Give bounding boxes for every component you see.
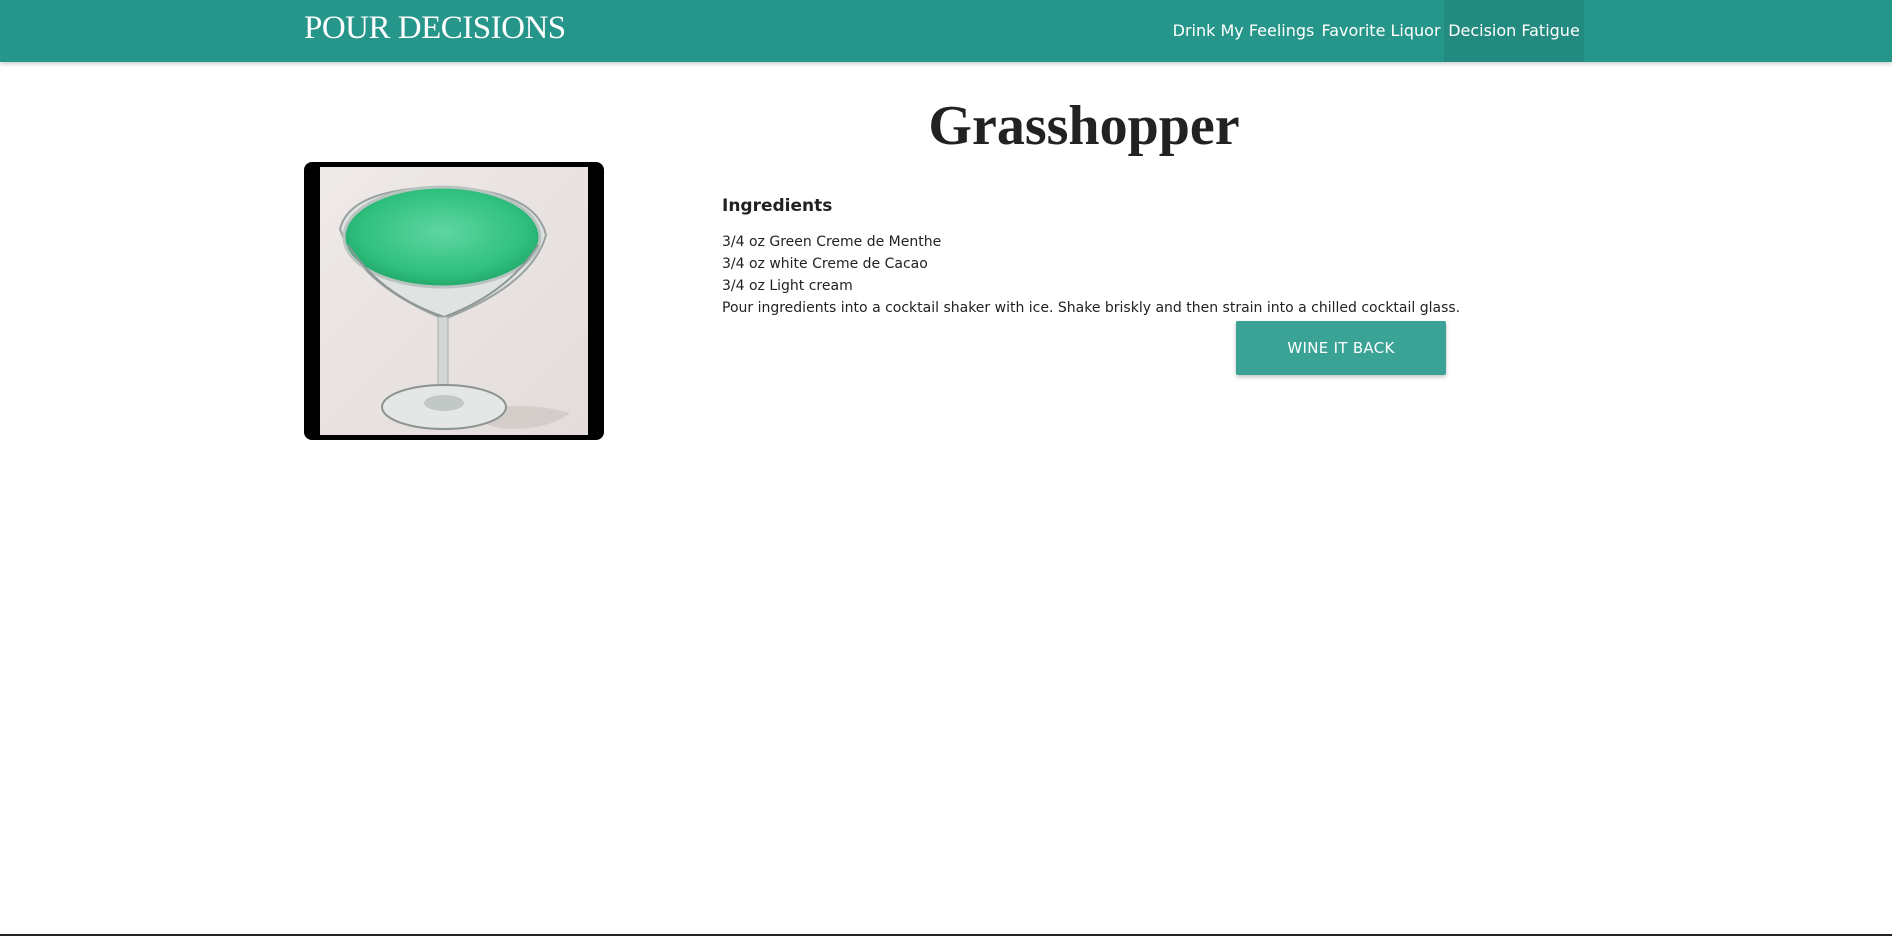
nav-link-favorite-liquor[interactable]: Favorite Liquor — [1318, 0, 1444, 62]
ingredient-item: 3/4 oz Light cream — [722, 278, 853, 294]
nav-link-drink-my-feelings[interactable]: Drink My Feelings — [1169, 0, 1318, 62]
instructions-text: Pour ingredients into a cocktail shaker … — [722, 300, 1461, 316]
ingredients-heading: Ingredients — [722, 196, 833, 216]
wine-it-back-button[interactable]: WINE IT BACK — [1236, 321, 1446, 375]
ingredient-item: 3/4 oz white Creme de Cacao — [722, 256, 928, 272]
top-navbar: POUR DECISIONS Drink My Feelings Favorit… — [0, 0, 1892, 62]
drink-title: Grasshopper — [928, 95, 1240, 157]
drink-photo — [320, 167, 588, 435]
drink-photo-frame — [304, 162, 604, 440]
brand-logo[interactable]: POUR DECISIONS — [304, 10, 566, 47]
cocktail-glass-icon — [320, 167, 588, 435]
ingredient-item: 3/4 oz Green Creme de Menthe — [722, 234, 942, 250]
nav-link-decision-fatigue[interactable]: Decision Fatigue — [1444, 0, 1584, 62]
ingredients-list: 3/4 oz Green Creme de Menthe 3/4 oz whit… — [722, 231, 941, 297]
